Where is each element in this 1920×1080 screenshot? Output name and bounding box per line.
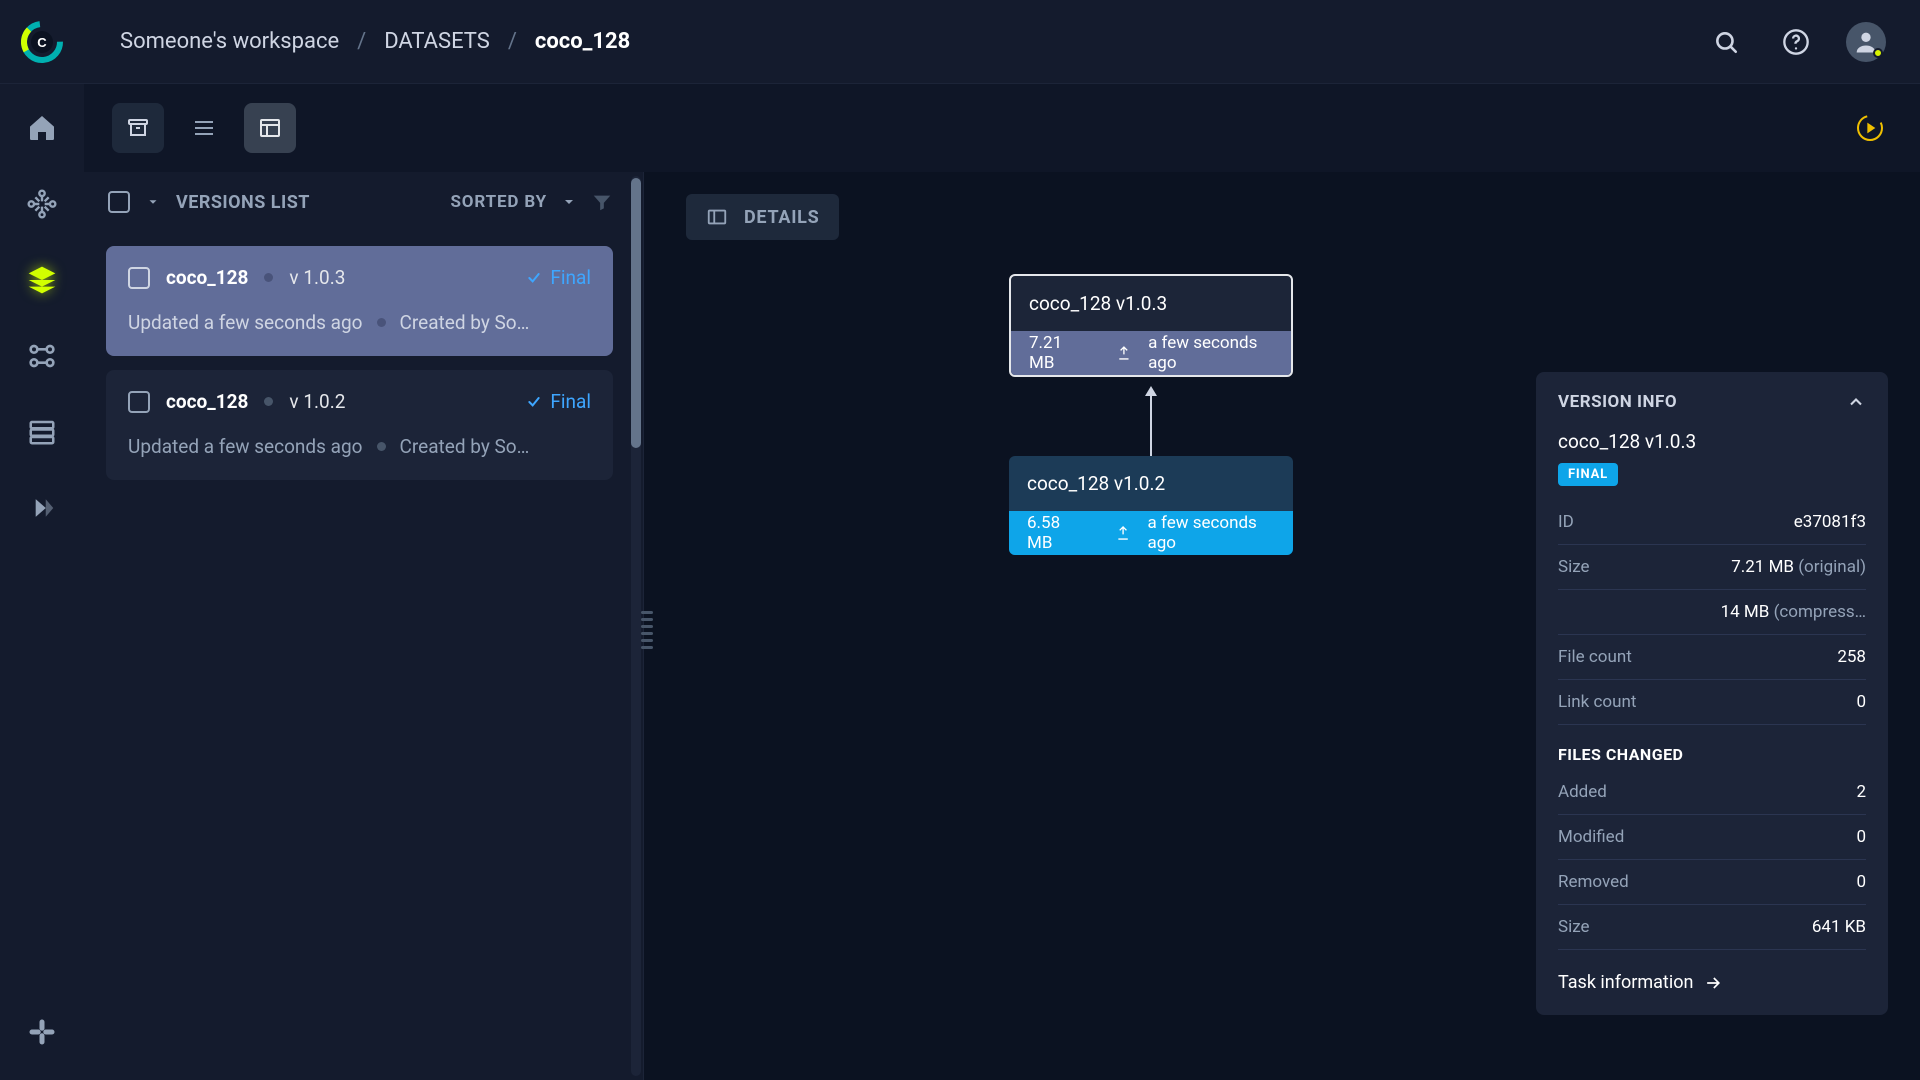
sort-menu-icon[interactable] [561, 194, 577, 210]
breadcrumb-section[interactable]: DATASETS [384, 29, 490, 54]
topbar: Someone's workspace / DATASETS / coco_12… [0, 0, 1920, 84]
info-linkcount-label: Link count [1558, 692, 1636, 712]
select-all-checkbox[interactable] [108, 191, 130, 213]
info-added-label: Added [1558, 782, 1607, 802]
nav-datasets-icon[interactable] [18, 256, 66, 304]
info-id-label: ID [1558, 512, 1574, 532]
info-title: coco_128 v1.0.3 [1558, 430, 1866, 453]
dot-separator [377, 318, 386, 327]
upload-icon [1116, 344, 1132, 362]
breadcrumb-dataset[interactable]: coco_128 [535, 29, 630, 54]
info-id: e37081f3 [1794, 512, 1866, 532]
task-information-label: Task information [1558, 972, 1693, 993]
version-status-label: Final [550, 266, 591, 289]
info-removed-label: Removed [1558, 872, 1629, 892]
version-checkbox[interactable] [128, 267, 150, 289]
breadcrumb-workspace[interactable]: Someone's workspace [120, 29, 339, 54]
info-changed-size: 641 KB [1812, 917, 1866, 937]
nav-pipelines-icon[interactable] [18, 332, 66, 380]
version-number: v 1.0.2 [289, 390, 345, 413]
info-linkcount: 0 [1856, 692, 1866, 712]
info-size-label: Size [1558, 557, 1590, 577]
version-created-by: Created by So… [400, 435, 530, 458]
info-removed: 0 [1856, 872, 1866, 892]
breadcrumb-sep: / [508, 29, 517, 54]
svg-text:C: C [37, 35, 47, 50]
version-status-label: Final [550, 390, 591, 413]
task-information-link[interactable]: Task information [1558, 972, 1866, 993]
select-all-menu-icon[interactable] [146, 195, 160, 209]
nav-servers-icon[interactable] [18, 408, 66, 456]
dot-separator [377, 442, 386, 451]
view-archive-button[interactable] [112, 103, 164, 153]
version-name: coco_128 [166, 390, 248, 413]
help-button[interactable] [1776, 22, 1816, 62]
profile-avatar[interactable] [1846, 22, 1886, 62]
toolbar [84, 84, 1920, 172]
version-card[interactable]: coco_128 v 1.0.2 Final Updated a few sec… [106, 370, 613, 480]
graph-node-size: 7.21 MB [1029, 333, 1084, 373]
nav-deploy-icon[interactable] [18, 484, 66, 532]
view-toggle-group [112, 103, 296, 153]
nav-home-icon[interactable] [18, 104, 66, 152]
panel-resize-handle[interactable] [637, 600, 657, 660]
graph-node[interactable]: coco_128 v1.0.3 7.21 MB a few seconds ag… [1009, 274, 1293, 377]
version-updated: Updated a few seconds ago [128, 435, 363, 458]
dot-separator [264, 273, 273, 282]
info-changed-size-label: Size [1558, 917, 1590, 937]
list-title: VERSIONS LIST [176, 192, 310, 213]
collapse-icon[interactable] [1846, 392, 1866, 412]
info-size-original: 7.21 MB [1731, 557, 1794, 577]
graph-node-time: a few seconds ago [1148, 333, 1273, 373]
version-updated: Updated a few seconds ago [128, 311, 363, 334]
status-indicator [1873, 48, 1883, 58]
info-added: 2 [1856, 782, 1866, 802]
info-size-compressed: 14 MB [1721, 602, 1770, 622]
autorefresh-button[interactable] [1848, 106, 1892, 150]
version-checkbox[interactable] [128, 391, 150, 413]
upload-icon [1115, 524, 1131, 542]
info-heading: VERSION INFO [1558, 392, 1677, 412]
nav-slack-icon[interactable] [18, 1008, 66, 1056]
files-changed-heading: FILES CHANGED [1558, 745, 1866, 764]
version-card[interactable]: coco_128 v 1.0.3 Final Updated a few sec… [106, 246, 613, 356]
info-modified-label: Modified [1558, 827, 1624, 847]
nav-models-icon[interactable] [18, 180, 66, 228]
view-graph-button[interactable] [244, 103, 296, 153]
brand-logo[interactable]: C [12, 12, 72, 72]
breadcrumb-sep: / [357, 29, 366, 54]
info-filecount-label: File count [1558, 647, 1632, 667]
filter-icon[interactable] [591, 191, 613, 213]
breadcrumb: Someone's workspace / DATASETS / coco_12… [120, 29, 630, 54]
graph-panel: DETAILS coco_128 v1.0.3 7.21 MB a few se… [660, 172, 1920, 1080]
graph-node-size: 6.58 MB [1027, 513, 1083, 553]
view-list-button[interactable] [178, 103, 230, 153]
graph-node-title: coco_128 v1.0.3 [1011, 276, 1291, 331]
dot-separator [264, 397, 273, 406]
graph-edge [1149, 386, 1153, 456]
versions-list-panel: VERSIONS LIST SORTED BY coco_128 [84, 172, 644, 1080]
info-modified: 0 [1856, 827, 1866, 847]
graph-node[interactable]: coco_128 v1.0.2 6.58 MB a few seconds ag… [1009, 456, 1293, 555]
left-rail [0, 84, 84, 1080]
version-status: Final [526, 390, 591, 413]
version-status: Final [526, 266, 591, 289]
version-number: v 1.0.3 [289, 266, 345, 289]
info-size-original-note: (original) [1798, 557, 1866, 577]
version-info-panel: VERSION INFO coco_128 v1.0.3 FINAL ID e37… [1536, 372, 1888, 1015]
version-name: coco_128 [166, 266, 248, 289]
sort-label[interactable]: SORTED BY [450, 192, 547, 212]
graph-node-time: a few seconds ago [1148, 513, 1275, 553]
graph-node-title: coco_128 v1.0.2 [1009, 456, 1293, 511]
version-created-by: Created by So… [400, 311, 530, 334]
status-badge: FINAL [1558, 463, 1618, 486]
info-filecount: 258 [1837, 647, 1866, 667]
list-scroll-thumb[interactable] [631, 178, 641, 448]
list-header: VERSIONS LIST SORTED BY [106, 172, 613, 232]
info-size-compressed-note: (compress… [1774, 602, 1866, 622]
search-button[interactable] [1706, 22, 1746, 62]
